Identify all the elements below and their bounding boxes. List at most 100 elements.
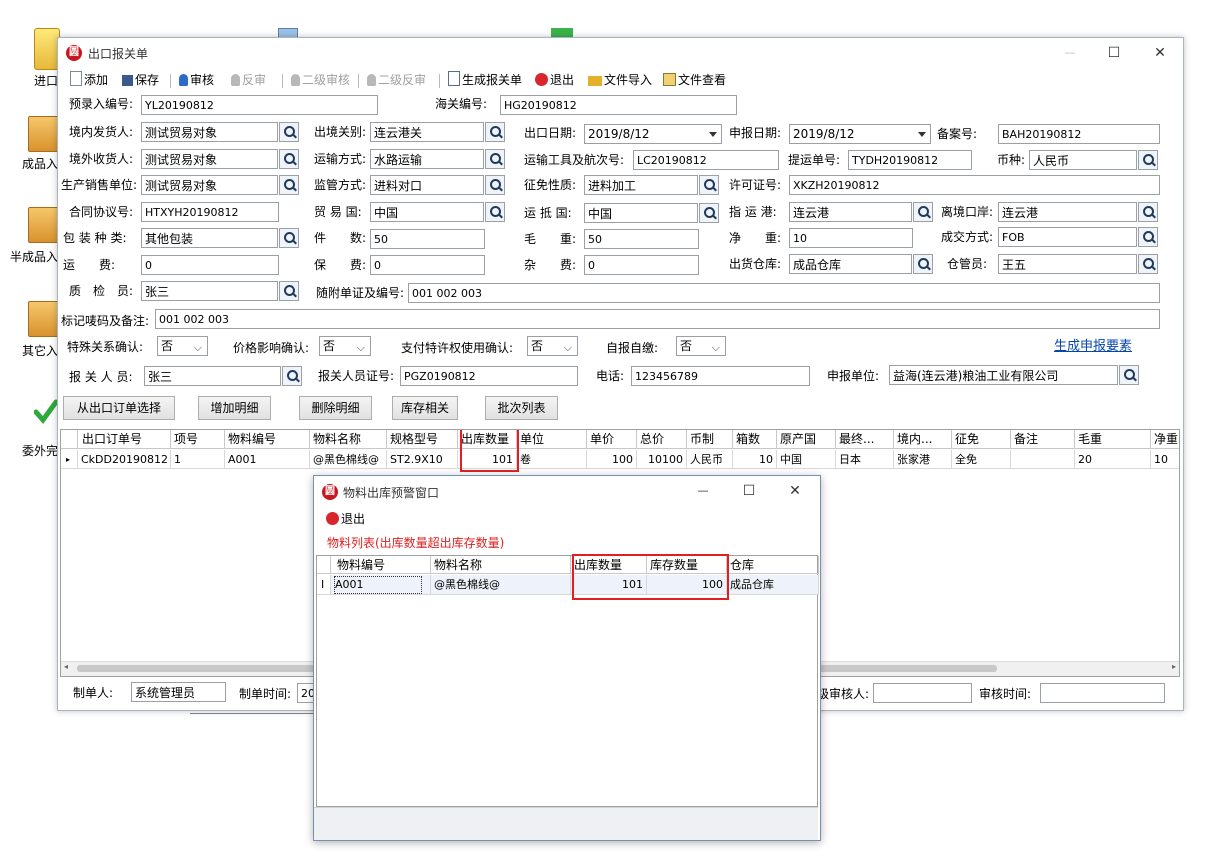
domestic-shipper-field[interactable]: 测试贸易对象 — [141, 122, 278, 142]
gross-weight-field[interactable]: 50 — [584, 229, 699, 249]
export-date-picker[interactable]: 2019/8/12 — [584, 124, 722, 144]
search-icon[interactable] — [1138, 227, 1158, 247]
grid-header[interactable]: 规格型号 — [387, 430, 458, 449]
tax-nature-field[interactable]: 进料加工 — [584, 175, 698, 195]
table-cell[interactable]: ST2.9X10 — [387, 450, 458, 469]
bill-no-field[interactable]: TYDH20190812 — [848, 150, 972, 170]
table-cell[interactable]: 10100 — [637, 450, 687, 469]
table-cell[interactable]: 卷 — [517, 450, 587, 469]
maximize-button[interactable]: ☐ — [1091, 38, 1137, 68]
attached-docs-field[interactable]: 001 002 003 — [408, 283, 1160, 303]
overseas-consignee-field[interactable]: 测试贸易对象 — [141, 149, 278, 169]
search-icon[interactable] — [282, 366, 302, 386]
desktop-icon-outsource[interactable]: 委外完 — [0, 398, 60, 462]
marks-field[interactable]: 001 002 003 — [155, 309, 1160, 329]
audit2-button[interactable]: 二级审核 — [291, 71, 350, 89]
table-cell[interactable]: 10 — [1151, 450, 1179, 469]
keeper-field[interactable]: 王五 — [998, 254, 1137, 274]
departure-port-field[interactable]: 连云港 — [998, 202, 1137, 222]
search-icon[interactable] — [279, 149, 299, 169]
grid-header[interactable]: 物料名称 — [310, 430, 387, 449]
scroll-right-icon[interactable]: ▸ — [1172, 662, 1176, 671]
search-icon[interactable] — [1138, 150, 1158, 170]
table-cell[interactable]: 成品仓库 — [727, 575, 819, 595]
grid-header[interactable]: 最终... — [836, 430, 894, 449]
scroll-left-icon[interactable]: ◂ — [64, 662, 68, 671]
table-cell[interactable]: 中国 — [777, 450, 836, 469]
select-from-order-button[interactable]: 从出口订单选择 — [63, 396, 175, 420]
search-icon[interactable] — [913, 202, 933, 222]
row-cursor-icon[interactable]: I — [317, 575, 331, 595]
grid-header[interactable]: 征免 — [952, 430, 1011, 449]
close-button[interactable]: ✕ — [772, 476, 818, 506]
producer-field[interactable]: 测试贸易对象 — [141, 175, 278, 195]
net-weight-field[interactable]: 10 — [789, 228, 913, 248]
exit-customs-field[interactable]: 连云港关 — [370, 122, 484, 142]
table-cell[interactable]: CkDD20190812 — [78, 450, 171, 469]
ship-warehouse-field[interactable]: 成品仓库 — [789, 254, 912, 274]
table-cell[interactable]: 人民币 — [687, 450, 733, 469]
grid-header[interactable]: 单位 — [517, 430, 587, 449]
grid-header[interactable]: 备注 — [1011, 430, 1075, 449]
search-icon[interactable] — [485, 175, 505, 195]
delete-detail-button[interactable]: 删除明细 — [299, 396, 372, 420]
grid-header[interactable]: 毛重 — [1075, 430, 1151, 449]
currency-field[interactable]: 人民币 — [1029, 150, 1137, 170]
grid-header[interactable]: 原产国 — [777, 430, 836, 449]
transport-mode-field[interactable]: 水路运输 — [370, 149, 484, 169]
dest-country-field[interactable]: 中国 — [584, 203, 698, 223]
table-cell[interactable]: A001 — [331, 575, 431, 595]
save-button[interactable]: 保存 — [122, 71, 159, 89]
table-cell[interactable]: 10 — [733, 450, 777, 469]
grid-header[interactable]: 币制 — [687, 430, 733, 449]
desktop-icon-other-in[interactable]: 其它入 — [0, 297, 60, 358]
add-detail-button[interactable]: 增加明细 — [198, 396, 271, 420]
grid-header[interactable]: 箱数 — [733, 430, 777, 449]
table-cell[interactable]: 20 — [1075, 450, 1151, 469]
grid-header[interactable]: 项号 — [171, 430, 225, 449]
maker-field[interactable]: 系统管理员 — [131, 682, 226, 702]
audit-time-field[interactable] — [1040, 683, 1165, 703]
unaudit2-button[interactable]: 二级反审 — [367, 71, 426, 89]
grid-header[interactable]: 境内... — [894, 430, 952, 449]
close-button[interactable]: ✕ — [1137, 38, 1183, 68]
pre-entry-no-field[interactable]: YL20190812 — [141, 95, 378, 115]
batch-list-button[interactable]: 批次列表 — [485, 396, 558, 420]
table-cell[interactable]: 全免 — [952, 450, 1011, 469]
search-icon[interactable] — [279, 175, 299, 195]
audit-button[interactable]: 审核 — [179, 71, 214, 89]
dest-port-field[interactable]: 连云港 — [789, 202, 912, 222]
import-file-button[interactable]: 文件导入 — [588, 71, 652, 89]
grid-header[interactable]: 净重 — [1151, 430, 1179, 449]
price-effect-select[interactable]: 否 ⌵ — [319, 336, 371, 356]
row-selector-icon[interactable]: ▸ — [61, 450, 78, 469]
table-cell[interactable]: 100 — [587, 450, 637, 469]
phone-field[interactable]: 123456789 — [631, 366, 810, 386]
grid-header[interactable]: 仓库 — [727, 556, 819, 574]
declare-unit-field[interactable]: 益海(连云港)粮油工业有限公司 — [889, 365, 1118, 385]
unaudit-button[interactable]: 反审 — [231, 71, 266, 89]
inventory-button[interactable]: 库存相关 — [392, 396, 458, 420]
table-cell[interactable]: A001 — [225, 450, 310, 469]
table-cell[interactable]: 1 — [171, 450, 225, 469]
search-icon[interactable] — [485, 202, 505, 222]
add-button[interactable]: 添加 — [70, 71, 108, 89]
declarer-cert-field[interactable]: PGZ0190812 — [400, 366, 578, 386]
grid-header[interactable]: 物料名称 — [431, 556, 571, 574]
insurance-field[interactable]: 0 — [370, 255, 485, 275]
declarer-field[interactable]: 张三 — [144, 366, 281, 386]
table-cell[interactable]: @黑色棉线@ — [310, 450, 387, 469]
generate-elements-link[interactable]: 生成申报要素 — [1054, 335, 1132, 354]
vessel-voyage-field[interactable]: LC20190812 — [633, 150, 779, 170]
declare-date-picker[interactable]: 2019/8/12 — [789, 124, 931, 144]
table-cell[interactable] — [1011, 450, 1075, 469]
search-icon[interactable] — [485, 122, 505, 142]
license-field[interactable]: XKZH20190812 — [789, 175, 1160, 195]
maximize-button[interactable]: ☐ — [726, 476, 772, 506]
royalty-select[interactable]: 否 ⌵ — [527, 336, 578, 356]
search-icon[interactable] — [485, 149, 505, 169]
search-icon[interactable] — [279, 281, 299, 301]
search-icon[interactable] — [1138, 254, 1158, 274]
misc-fee-field[interactable]: 0 — [584, 255, 699, 275]
package-type-field[interactable]: 其他包装 — [141, 228, 278, 248]
